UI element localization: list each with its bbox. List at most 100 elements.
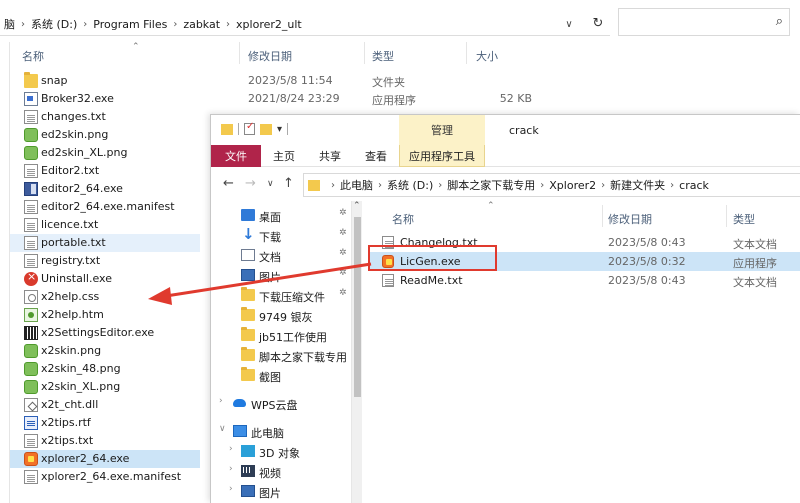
sort-ascending-icon: ⌃: [487, 201, 495, 211]
text-file-icon: [24, 218, 38, 232]
nav-item-folder[interactable]: 脚本之家下载专用: [211, 345, 351, 365]
nav-item-pictures[interactable]: 图片 ✲: [211, 265, 351, 285]
pin-icon[interactable]: ✲: [339, 268, 347, 278]
recent-locations-dropdown[interactable]: ∨: [267, 179, 274, 189]
pin-icon[interactable]: ✲: [339, 248, 347, 258]
file-row[interactable]: Broker32.exe 2021/8/24 23:29 应用程序 52 KB: [10, 90, 800, 108]
expand-chevron-icon[interactable]: ›: [229, 484, 233, 494]
breadcrumb-item[interactable]: zabkat: [179, 18, 224, 31]
image-file-icon: [24, 146, 38, 160]
nav-item-folder[interactable]: 9749 银灰: [211, 305, 351, 325]
file-type: 应用程序: [372, 94, 416, 107]
column-size[interactable]: 大小: [476, 48, 498, 64]
customize-toolbar-dropdown[interactable]: ▾: [277, 124, 282, 135]
nav-item-this-pc[interactable]: ∨ 此电脑: [211, 421, 351, 441]
settings-editor-icon: [24, 326, 38, 340]
file-row[interactable]: Changelog.txt 2023/5/8 0:43 文本文档: [370, 233, 800, 252]
breadcrumb-item[interactable]: 系统 (D:): [27, 16, 81, 32]
nav-item-downloads[interactable]: 下载 ✲: [211, 225, 351, 245]
column-divider[interactable]: [466, 42, 467, 64]
nav-item-folder[interactable]: 截图: [211, 365, 351, 385]
breadcrumb-item[interactable]: xplorer2_ult: [232, 18, 306, 31]
pin-icon[interactable]: ✲: [339, 208, 347, 218]
column-date[interactable]: 修改日期: [248, 48, 292, 64]
dll-file-icon: [24, 398, 38, 412]
back-arrow-icon[interactable]: ←: [223, 176, 234, 191]
nav-item-desktop[interactable]: 桌面 ✲: [211, 205, 351, 225]
address-field[interactable]: › 此电脑 › 系统 (D:) › 脚本之家下载专用 › Xplorer2 › …: [303, 173, 800, 197]
breadcrumb-item[interactable]: 脑: [0, 16, 19, 32]
pin-icon[interactable]: ✲: [339, 228, 347, 238]
file-name: portable.txt: [41, 236, 106, 249]
breadcrumb-item[interactable]: 新建文件夹: [610, 177, 665, 193]
file-name: x2skin_48.png: [41, 362, 121, 375]
crack-explorer-window: ▾ 管理 crack 文件 主页 共享 查看 应用程序工具 ← → ∨ ↑ › …: [210, 114, 800, 503]
column-type[interactable]: 类型: [372, 48, 394, 64]
breadcrumb-item[interactable]: Program Files: [89, 18, 171, 31]
scrollbar-thumb[interactable]: [354, 217, 361, 397]
expand-chevron-icon[interactable]: ›: [229, 464, 233, 474]
tab-share[interactable]: 共享: [315, 145, 345, 167]
column-name[interactable]: 名称: [392, 211, 414, 227]
pin-icon[interactable]: ✲: [339, 288, 347, 298]
folder-icon: [241, 327, 255, 341]
collapse-chevron-icon[interactable]: ∨: [219, 424, 226, 434]
breadcrumb-item[interactable]: 脚本之家下载专用: [447, 177, 535, 193]
forward-arrow-icon[interactable]: →: [245, 176, 256, 191]
tab-home[interactable]: 主页: [269, 145, 299, 167]
folder-icon: [308, 179, 320, 191]
nav-item-3d-objects[interactable]: › 3D 对象: [211, 441, 351, 461]
window-title: crack: [509, 124, 539, 137]
manage-context-tab[interactable]: 管理: [399, 115, 485, 145]
file-row-selected[interactable]: LicGen.exe 2023/5/8 0:32 应用程序: [370, 252, 800, 271]
file-name: x2help.htm: [41, 308, 104, 321]
refresh-icon[interactable]: ↻: [588, 13, 608, 33]
breadcrumb-item[interactable]: 此电脑: [340, 177, 373, 193]
tab-view[interactable]: 查看: [361, 145, 391, 167]
column-divider[interactable]: [726, 205, 727, 227]
column-type[interactable]: 类型: [733, 211, 755, 227]
file-size: 52 KB: [499, 92, 532, 105]
file-row-hover[interactable]: portable.txt: [10, 234, 200, 252]
file-row[interactable]: ReadMe.txt 2023/5/8 0:43 文本文档: [370, 271, 800, 290]
column-divider[interactable]: [602, 205, 603, 227]
properties-icon[interactable]: [244, 121, 255, 135]
nav-item-documents[interactable]: 文档 ✲: [211, 245, 351, 265]
new-folder-icon[interactable]: [260, 123, 272, 135]
expand-chevron-icon[interactable]: ›: [219, 396, 223, 406]
nav-item-pictures[interactable]: › 图片: [211, 481, 351, 501]
scroll-up-icon[interactable]: ⌃: [353, 201, 361, 211]
text-file-icon: [24, 254, 38, 268]
nav-item-label: 图片: [259, 271, 281, 284]
nav-item-videos[interactable]: › 视频: [211, 461, 351, 481]
file-row-selected[interactable]: xplorer2_64.exe: [10, 450, 200, 468]
file-name: Editor2.txt: [41, 164, 100, 177]
up-arrow-icon[interactable]: ↑: [283, 176, 294, 191]
text-file-icon: [24, 110, 38, 124]
wps-cloud-icon: [233, 397, 247, 409]
column-divider[interactable]: [364, 42, 365, 64]
pictures-icon: [241, 485, 255, 497]
breadcrumb-item[interactable]: crack: [679, 179, 709, 192]
tab-application-tools[interactable]: 应用程序工具: [399, 145, 485, 167]
nav-item-compressed-downloads[interactable]: 下载压缩文件 ✲: [211, 285, 351, 305]
file-name: xplorer2_64.exe.manifest: [41, 470, 182, 483]
folder-icon: [241, 307, 255, 321]
column-divider[interactable]: [239, 42, 240, 64]
search-input[interactable]: ⌕: [618, 8, 790, 36]
nav-pane-scrollbar[interactable]: ⌃: [351, 201, 362, 503]
file-row[interactable]: snap 2023/5/8 11:54 文件夹: [10, 72, 800, 90]
file-name: changes.txt: [41, 110, 106, 123]
title-bar: ▾ 管理 crack: [211, 115, 800, 145]
nav-item-wps-cloud[interactable]: › WPS云盘: [211, 393, 351, 413]
column-date[interactable]: 修改日期: [608, 211, 652, 227]
chevron-right-icon: ›: [601, 179, 606, 191]
expand-chevron-icon[interactable]: ›: [229, 444, 233, 454]
breadcrumb-item[interactable]: Xplorer2: [549, 179, 596, 192]
column-name[interactable]: 名称: [22, 48, 44, 64]
address-history-dropdown[interactable]: ∨: [562, 14, 576, 34]
breadcrumb-item[interactable]: 系统 (D:): [387, 177, 433, 193]
nav-item-folder[interactable]: jb51工作使用: [211, 325, 351, 345]
column-header: 名称 ⌃ 修改日期 类型: [362, 201, 800, 229]
tab-file[interactable]: 文件: [211, 145, 261, 167]
